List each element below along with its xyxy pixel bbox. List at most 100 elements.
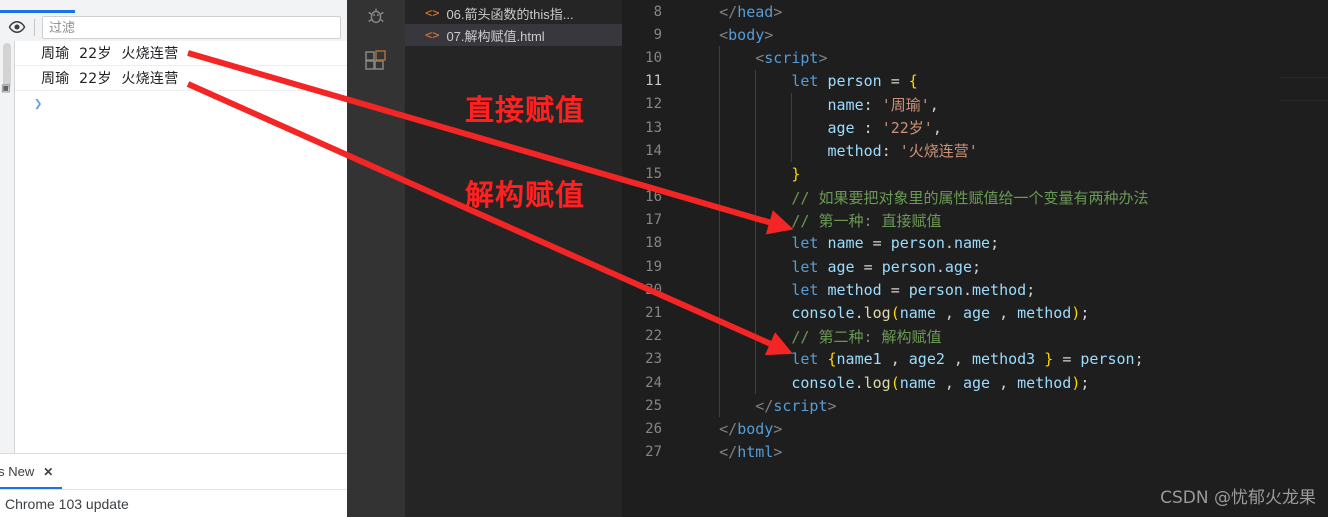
line-number: 21 [645, 305, 662, 322]
indent-guide [719, 278, 721, 302]
indent-guide [719, 208, 721, 232]
code-line[interactable]: 22 // 第二种: 解构赋值 [622, 324, 1328, 348]
annotation-label-destructuring-assignment: 解构赋值 [465, 178, 586, 212]
code-text: // 如果要把对象里的属性赋值给一个变量有两种办法 [791, 188, 1149, 207]
indent-guide [755, 324, 757, 348]
indent-guide [719, 231, 721, 256]
code-line[interactable]: 23 let {name1 , age2 , method3 } = perso… [622, 347, 1328, 371]
indent-guide [755, 278, 757, 302]
devtools-console-panel: ▣ 周瑜 22岁 火烧连营 周瑜 22岁 火烧连营 ❯ t's New ✕ Ch… [0, 0, 347, 517]
code-line[interactable]: 12 name: '周瑜', [622, 92, 1328, 116]
indent-guide [755, 371, 757, 395]
console-log-list: 周瑜 22岁 火烧连营 周瑜 22岁 火烧连营 ❯ [15, 41, 347, 454]
extensions-icon[interactable] [347, 40, 405, 84]
close-icon[interactable]: ✕ [43, 465, 53, 479]
code-line[interactable]: 19 let age = person.age; [622, 255, 1328, 279]
file-item-06[interactable]: <> 06.箭头函数的this指... [405, 2, 622, 24]
indent-guide [719, 139, 721, 163]
indent-guide [791, 115, 793, 140]
bug-debug-icon[interactable] [347, 0, 405, 38]
code-editor[interactable]: 8 </head> 9 <body> 10 <script> 11 let perso… [622, 0, 1328, 517]
code-text: method: '火烧连营' [827, 142, 978, 161]
code-lines-container: 8 </head> 9 <body> 10 <script> 11 let perso… [622, 0, 1328, 464]
code-text: // 第一种: 直接赋值 [791, 211, 942, 230]
indent-guide [755, 162, 757, 186]
log-row[interactable]: 周瑜 22岁 火烧连营 [15, 41, 347, 66]
code-text: // 第二种: 解构赋值 [791, 327, 942, 346]
indent-guide [755, 231, 757, 256]
devtools-tabstrip[interactable] [0, 0, 347, 14]
tab-label: t's New [0, 464, 35, 479]
code-line[interactable]: 20 let method = person.method; [622, 278, 1328, 302]
code-line[interactable]: 15 } [622, 162, 1328, 186]
code-text: </body> [719, 419, 783, 438]
code-text: let age = person.age; [791, 257, 982, 276]
code-line[interactable]: 10 <script> [622, 46, 1328, 70]
file-item-07[interactable]: <> 07.解构赋值.html [405, 24, 622, 46]
indent-guide [791, 92, 793, 116]
line-number: 22 [645, 328, 662, 345]
code-line[interactable]: 25 </script> [622, 394, 1328, 418]
error-indicator-icon[interactable]: ▣ [1, 84, 10, 94]
html-file-icon: <> [425, 28, 440, 42]
code-text: console.log(name , age , method); [791, 304, 1090, 323]
indent-guide [719, 69, 721, 93]
indent-guide [719, 162, 721, 186]
indent-guide [755, 208, 757, 232]
chevron-right-icon: ❯ [34, 96, 43, 112]
indent-guide [719, 301, 721, 325]
indent-guide [755, 139, 757, 163]
indent-guide [755, 185, 757, 209]
code-line[interactable]: 18 let name = person.name; [622, 231, 1328, 256]
code-text: </head> [719, 2, 783, 21]
indent-guide [719, 371, 721, 395]
code-line[interactable]: 16 // 如果要把对象里的属性赋值给一个变量有两种办法 [622, 185, 1328, 209]
indent-guide [719, 324, 721, 348]
toolbar-divider [34, 18, 35, 36]
line-number: 18 [645, 235, 662, 252]
status-text: Chrome 103 update [5, 495, 129, 512]
console-filter-input[interactable] [42, 15, 341, 39]
code-line[interactable]: 8 </head> [622, 0, 1328, 23]
code-line[interactable]: 24 console.log(name , age , method); [622, 371, 1328, 395]
line-number: 23 [645, 351, 662, 368]
console-toolbar [0, 13, 347, 42]
line-number: 15 [645, 165, 662, 182]
html-file-icon: <> [425, 6, 440, 20]
line-number: 24 [645, 374, 662, 391]
eye-icon[interactable] [0, 18, 34, 36]
indent-guide [719, 92, 721, 116]
scrollbar-thumb[interactable] [3, 43, 11, 88]
file-item-label: 06.箭头函数的this指... [446, 6, 574, 22]
line-number: 8 [653, 3, 662, 20]
vscode-activity-bar [347, 0, 405, 517]
code-text: let {name1 , age2 , method3 } = person; [791, 350, 1144, 369]
log-row[interactable]: 周瑜 22岁 火烧连营 [15, 66, 347, 91]
code-line[interactable]: 14 method: '火烧连营' [622, 139, 1328, 163]
line-number: 20 [645, 281, 662, 298]
code-text: age : '22岁', [827, 119, 942, 138]
line-number: 14 [645, 142, 662, 159]
indent-guide [719, 394, 721, 418]
line-number: 11 [645, 73, 662, 90]
code-line[interactable]: 26 </body> [622, 417, 1328, 440]
code-line[interactable]: 11 let person = { [622, 69, 1328, 93]
console-scroll-gutter[interactable]: ▣ [0, 41, 15, 454]
code-line[interactable]: 27 </html> [622, 441, 1328, 464]
indent-guide [755, 301, 757, 325]
code-line[interactable]: 13 age : '22岁', [622, 115, 1328, 140]
tab-whats-new[interactable]: t's New ✕ [0, 454, 62, 489]
indent-guide [755, 255, 757, 279]
indent-guide [719, 347, 721, 371]
console-input-prompt[interactable]: ❯ [15, 91, 347, 117]
code-line[interactable]: 21 console.log(name , age , method); [622, 301, 1328, 325]
indent-guide [755, 92, 757, 116]
code-text: <script> [755, 48, 828, 67]
line-number: 25 [645, 397, 662, 414]
line-number: 12 [645, 96, 662, 113]
editor-minimap[interactable] [1280, 0, 1328, 517]
code-line[interactable]: 9 <body> [622, 23, 1328, 46]
code-line[interactable]: 17 // 第一种: 直接赋值 [622, 208, 1328, 232]
indent-guide [755, 115, 757, 140]
log-message: 周瑜 22岁 火烧连营 [41, 46, 179, 62]
